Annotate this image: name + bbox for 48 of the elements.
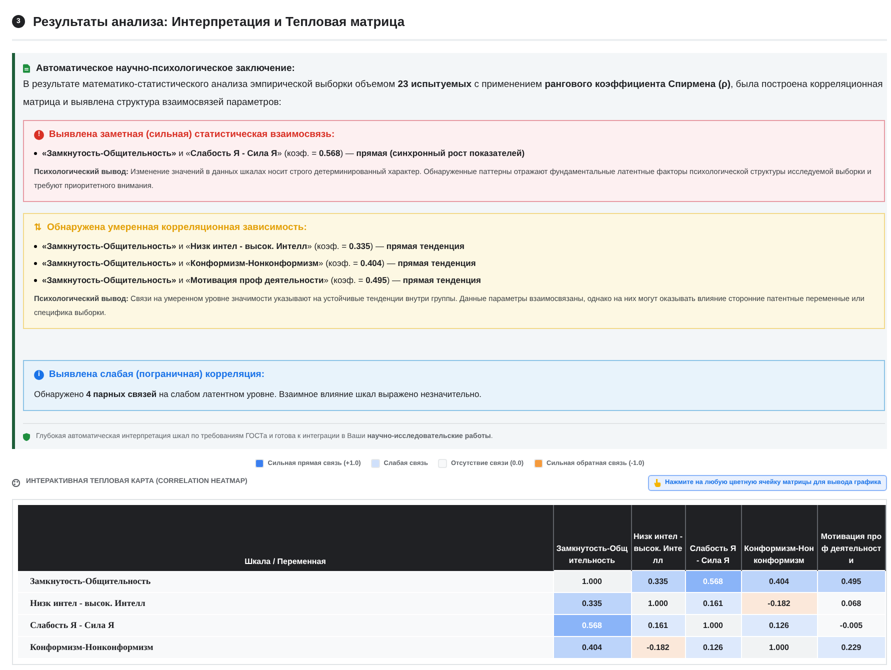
- heatmap-cell[interactable]: -0.182: [741, 592, 817, 614]
- correlation-item: «Замкнутость-Общительность» и «Низк интел - высок. Интелл» (коэф. = 0.335) — прямая тенденция: [42, 240, 464, 254]
- heatmap-cell[interactable]: 0.404: [741, 570, 817, 592]
- column-header: Шкала / Переменная: [18, 504, 553, 570]
- alert-title: Обнаружена умеренная корреляционная зависимость:: [47, 221, 307, 235]
- column-header: Конформизм-Нонконформизм: [741, 504, 817, 570]
- heatmap-cell[interactable]: -0.182: [631, 636, 685, 658]
- column-header: Низк интел - высок. Интелл: [631, 504, 685, 570]
- alert-title: Выявлена заметная (сильная) статистическая взаимосвязь:: [49, 128, 335, 142]
- bullet-icon: [34, 262, 37, 266]
- heatmap-cell[interactable]: 0.335: [553, 592, 631, 614]
- column-header: Мотивация проф деятельности: [817, 504, 886, 570]
- heatmap-cell[interactable]: 0.161: [631, 614, 685, 636]
- pointing-hand-icon: [654, 478, 662, 487]
- bullet-icon: [34, 152, 37, 155]
- heatmap-cell[interactable]: 1.000: [631, 592, 685, 614]
- heatmap-cell[interactable]: 0.335: [631, 570, 685, 592]
- section-title: Результаты анализа: Интерпретация и Тепловая матрица: [33, 13, 405, 31]
- bullet-icon: [34, 279, 37, 282]
- heatmap-cell[interactable]: 0.126: [741, 614, 817, 636]
- heatmap-cell[interactable]: 0.068: [817, 592, 886, 614]
- row-label: Замкнутость-Общительность: [18, 570, 553, 592]
- palette-icon: [12, 478, 20, 487]
- conclusion-text: В результате математико-статистического анализа эмпирической выборки объемом 23 испытуемых с применением рангового коэффициента Спирмена (ρ), была построена корреляционная матрица и выявлена структура взаимосвязей параметров:: [23, 78, 884, 110]
- correlation-item: «Замкнутость-Общительность» и «Мотивация проф деятельности» (коэф. = 0.495) — прямая тенденция: [42, 274, 481, 288]
- column-header: Замкнутость-Общительность: [553, 504, 631, 570]
- heatmap-cell[interactable]: -0.005: [817, 614, 886, 636]
- row-label: Слабость Я - Сила Я: [18, 614, 553, 636]
- heatmap-cell[interactable]: 0.404: [553, 636, 631, 658]
- row-label: Конформизм-Нонконформизм: [18, 636, 553, 658]
- column-header: Слабость Я - Сила Я: [685, 504, 741, 570]
- heatmap-cell[interactable]: 0.229: [817, 636, 886, 658]
- alert-note: Обнаружено 4 парных связей на слабом латентном уровне. Взаимное влияние шкал выражено незначительно.: [34, 388, 483, 401]
- heatmap-cell[interactable]: 0.126: [685, 636, 741, 658]
- correlation-item: «Замкнутость-Общительность» и «Слабость Я - Сила Я» (коэф. = 0.568) — прямая (синхронный рост показателей): [42, 147, 525, 160]
- document-icon: [23, 64, 30, 74]
- heatmap-cell[interactable]: 1.000: [685, 614, 741, 636]
- conclusion-title: Автоматическое научно-психологическое заключение:: [36, 62, 295, 76]
- heatmap-cell[interactable]: 0.495: [817, 570, 886, 592]
- correlation-item: «Замкнутость-Общительность» и «Конформизм-Нонконформизм» (коэф. = 0.404) — прямая тенденция: [42, 257, 476, 270]
- heatmap-cell[interactable]: 1.000: [741, 636, 817, 658]
- heatmap-cell[interactable]: 1.000: [553, 570, 631, 592]
- shield-icon: [23, 432, 30, 441]
- heatmap-cell[interactable]: 0.161: [685, 592, 741, 614]
- bullet-icon: [34, 245, 37, 248]
- arrows-icon: ⇅: [34, 221, 42, 235]
- alert-title: Выявлена слабая (пограничная) корреляция:: [49, 368, 265, 382]
- row-label: Низк интел - высок. Интелл: [18, 592, 553, 614]
